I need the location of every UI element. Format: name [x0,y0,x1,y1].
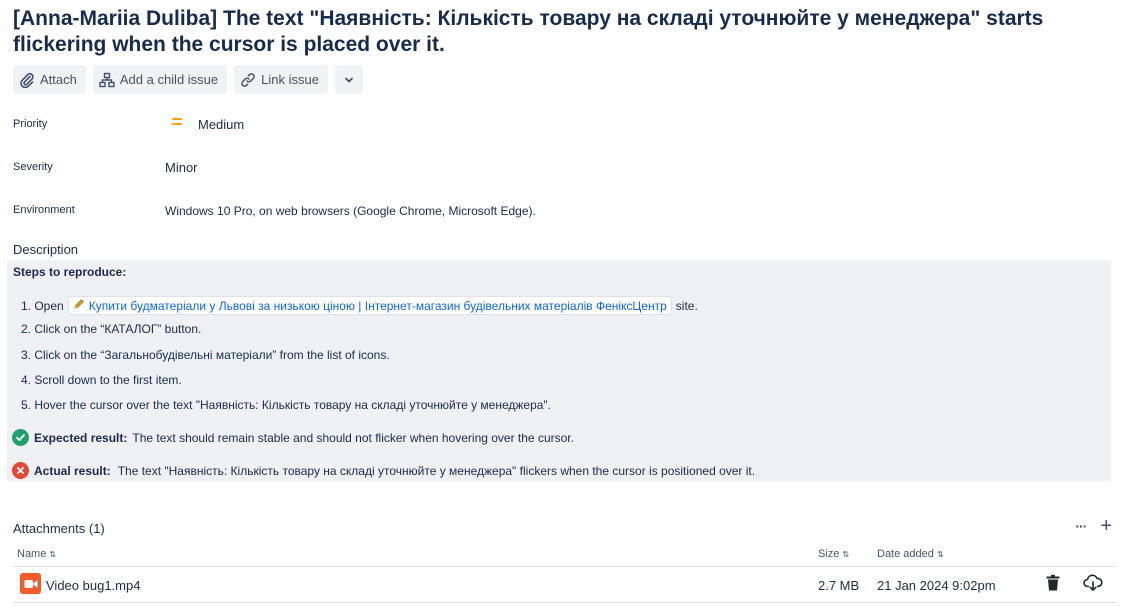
issue-toolbar: Attach Add a child issue Link issue [13,65,363,94]
environment-value[interactable]: Windows 10 Pro, on web browsers (Google … [165,204,536,218]
steps-heading: Steps to reproduce: [13,265,127,279]
column-size-label: Size [818,548,840,560]
expected-result-text: The text should remain stable and should… [132,430,574,445]
attach-button[interactable]: Attach [13,65,86,94]
video-file-icon [20,573,41,594]
actual-result-text: The text "Наявність: Кількість товару на… [117,463,756,478]
step-1-suffix: site. [675,299,698,313]
priority-value[interactable]: Medium [198,117,244,132]
step-1-prefix: 1. Open [21,299,64,313]
priority-medium-icon [172,118,182,128]
hierarchy-icon [99,72,115,88]
paperclip-icon [19,72,35,88]
description-content[interactable]: Steps to reproduce: 1. Open Купити будма… [7,260,1111,481]
sort-icon: ⇅ [49,550,57,559]
link-issue-button[interactable]: Link issue [234,65,328,94]
error-circle-icon [12,462,29,479]
attachment-date-added: 21 Jan 2024 9:02pm [877,578,996,593]
column-size[interactable]: Size ⇅ [818,548,849,560]
check-circle-icon [12,429,29,446]
column-name[interactable]: Name ⇅ [17,548,56,560]
download-attachment-button[interactable] [1083,574,1103,597]
attachments-actions: ··· + [1075,516,1112,536]
add-attachment-icon[interactable]: + [1100,516,1112,536]
site-smart-link[interactable]: Купити будматеріали у Львові за низькою … [67,296,672,315]
column-date-label: Date added [877,548,934,560]
attachments-heading: Attachments (1) [13,521,105,536]
issue-title[interactable]: [Anna-Mariia Duliba] The text "Наявність… [13,6,1108,58]
description-label: Description [13,242,79,257]
pencil-icon [73,298,85,313]
more-options-icon[interactable]: ··· [1075,518,1087,534]
severity-value[interactable]: Minor [165,160,198,175]
step-4: 4. Scroll down to the first item. [21,373,182,387]
column-name-label: Name [17,548,47,560]
delete-attachment-button[interactable] [1045,574,1061,597]
trash-icon [1045,574,1061,597]
step-2: 2. Click on the “КАТАЛОГ” button. [21,322,202,336]
link-icon [240,72,256,88]
add-child-issue-button[interactable]: Add a child issue [92,65,228,94]
add-child-issue-label: Add a child issue [119,72,219,87]
attachment-file-name[interactable]: Video bug1.mp4 [46,578,140,593]
attachment-file-size: 2.7 MB [818,578,860,593]
environment-label: Environment [13,204,75,216]
chevron-down-icon [343,74,355,86]
severity-label: Severity [13,161,53,173]
link-issue-label: Link issue [261,72,319,87]
sort-icon: ⇅ [842,550,850,559]
expected-result-label: Expected result: [34,430,128,445]
priority-label: Priority [13,118,48,130]
more-actions-dropdown[interactable] [334,65,363,94]
actual-result-label: Actual result: [34,463,111,478]
step-5: 5. Hover the cursor over the text "Наявн… [21,398,552,412]
step-1: 1. Open Купити будматеріали у Львові за … [21,296,698,315]
attach-label: Attach [40,72,77,87]
step-3: 3. Click on the “Загальнобудівельні мате… [21,348,390,362]
sort-icon: ⇅ [936,550,944,559]
expected-result: Expected result: The text should remain … [12,429,574,446]
actual-result: Actual result: The text "Наявність: Кіль… [12,462,755,479]
table-header-divider [13,566,1117,567]
table-row-divider [13,602,1117,603]
column-date-added[interactable]: Date added ⇅ [877,548,944,560]
site-link-text: Купити будматеріали у Львові за низькою … [88,298,667,313]
cloud-download-icon [1083,574,1103,597]
